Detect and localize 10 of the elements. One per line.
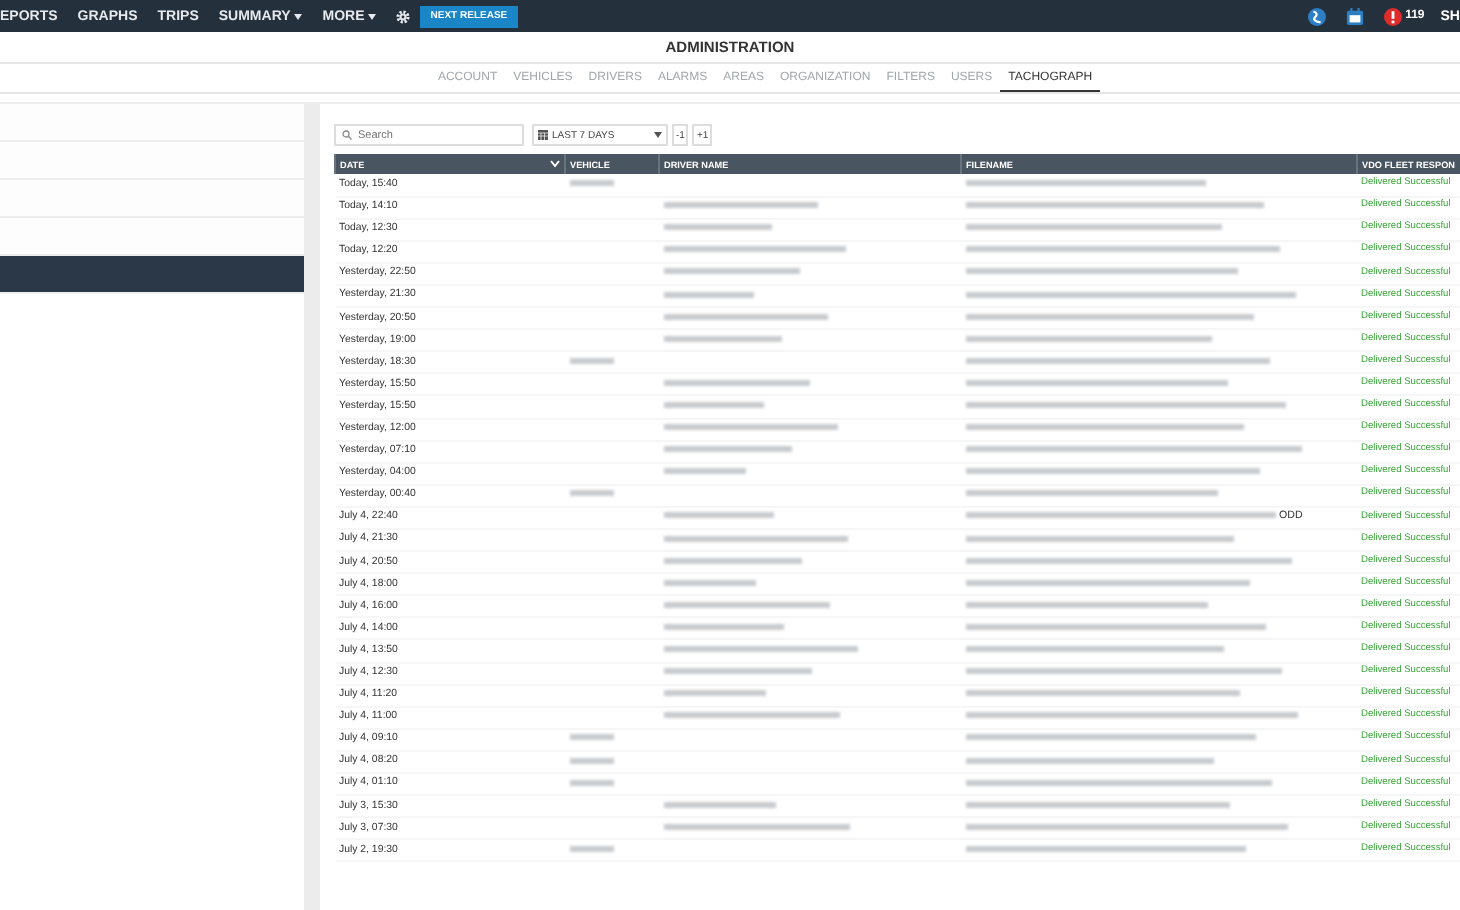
- search-icon: [342, 130, 352, 140]
- calendar-icon[interactable]: [1345, 7, 1364, 25]
- caret-icon: [368, 13, 377, 19]
- calendar-icon: [538, 130, 548, 140]
- sidebar-item[interactable]: [0, 256, 304, 294]
- alert-icon[interactable]: [1383, 7, 1402, 25]
- caret-icon: [654, 132, 662, 138]
- settings-icon[interactable]: [396, 9, 411, 23]
- chevron-down-icon[interactable]: [550, 160, 560, 168]
- caret-icon: [294, 13, 303, 19]
